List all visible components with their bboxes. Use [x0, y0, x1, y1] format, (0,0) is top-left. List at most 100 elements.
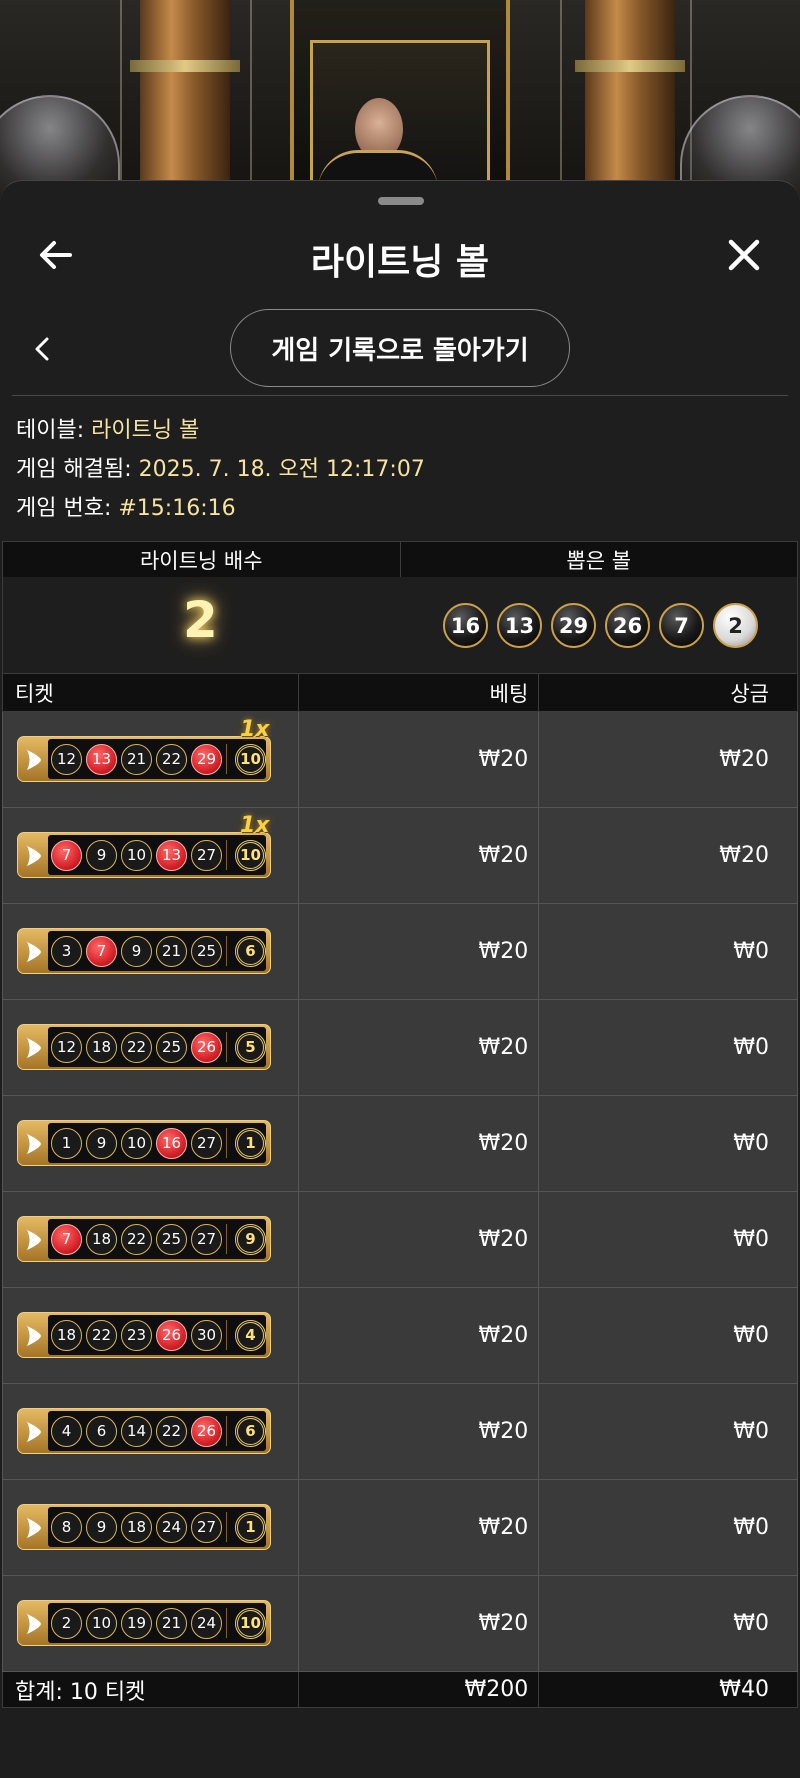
- ticket-ball: 22: [121, 1031, 152, 1063]
- ticket-row: 1 9 10 16 27 1 ₩20 ₩0: [2, 1095, 798, 1192]
- ticket-ball-matched: 26: [191, 1031, 222, 1063]
- ticket-row: 3 7 9 21 25 6 ₩20 ₩0: [2, 903, 798, 1000]
- ticket: 4 6 14 22 26 6: [17, 1408, 271, 1454]
- divider: [12, 395, 788, 396]
- ticket-ball: 24: [191, 1607, 222, 1639]
- ticket-win: ₩20: [538, 807, 798, 904]
- ticket-bonus-ball: 1: [235, 1127, 266, 1159]
- ticket-bet: ₩20: [297, 711, 540, 808]
- ticket: 7 9 10 13 27 10 1x: [17, 813, 271, 878]
- ticket-win: ₩20: [538, 711, 798, 808]
- ticket-bonus-ball: 5: [235, 1031, 266, 1063]
- ticket-win: ₩0: [538, 1575, 798, 1672]
- ticket-row: 8 9 18 24 27 1 ₩20 ₩0: [2, 1479, 798, 1576]
- ticket-win: ₩0: [538, 999, 798, 1096]
- ticket-multiplier-badge: 1x: [240, 813, 270, 838]
- ticket: 18 22 23 26 30 4: [17, 1312, 271, 1358]
- ticket: 8 9 18 24 27 1: [17, 1504, 271, 1550]
- summary-row: 2 16 13 29 26 7 2: [2, 577, 798, 673]
- total-label: 합계: 10 티켓: [2, 1671, 299, 1708]
- info-round: 게임 번호: #15:16:16: [16, 496, 236, 521]
- play-triangle-icon: [27, 750, 41, 770]
- info-table: 테이블: 라이트닝 볼: [16, 418, 200, 443]
- page-title: 라이트닝 볼: [310, 242, 490, 283]
- ticket-ball: 25: [156, 1031, 187, 1063]
- play-triangle-icon: [27, 1422, 41, 1442]
- ticket-ball: 10: [121, 1127, 152, 1159]
- ticket-ball: 27: [191, 1223, 222, 1255]
- ticket-cell: 7 9 10 13 27 10 1x: [2, 807, 299, 904]
- ticket-ball: 22: [86, 1319, 117, 1351]
- ticket-ball: 9: [86, 839, 117, 871]
- ticket-bonus-ball: 6: [235, 1415, 266, 1447]
- close-icon[interactable]: [724, 235, 764, 275]
- ticket-cell: 18 22 23 26 30 4: [2, 1287, 299, 1384]
- col-ticket: 티켓: [2, 673, 299, 712]
- ticket-ball: 24: [156, 1511, 187, 1543]
- ticket-cell: 12 13 21 22 29 10 1x: [2, 711, 299, 808]
- ticket-ball: 27: [191, 1511, 222, 1543]
- total-row: 합계: 10 티켓 ₩200 ₩40: [2, 1671, 798, 1708]
- play-triangle-icon: [27, 1614, 41, 1634]
- ticket-bet: ₩20: [297, 807, 540, 904]
- game-info: 테이블: 라이트닝 볼 게임 해결됨: 2025. 7. 18. 오전 12:1…: [16, 411, 425, 528]
- drag-handle[interactable]: [378, 197, 424, 205]
- ticket-row: 12 13 21 22 29 10 1x ₩20 ₩20: [2, 711, 798, 808]
- ticket: 3 7 9 21 25 6: [17, 928, 271, 974]
- total-win: ₩40: [538, 1671, 798, 1708]
- ticket-win: ₩0: [538, 1479, 798, 1576]
- col-win: 상금: [538, 673, 798, 712]
- ticket-win: ₩0: [538, 1191, 798, 1288]
- ticket-win: ₩0: [538, 1095, 798, 1192]
- ticket: 2 10 19 21 24 10: [17, 1600, 271, 1646]
- ticket-cell: 7 18 22 25 27 9: [2, 1191, 299, 1288]
- ticket-row: 2 10 19 21 24 10 ₩20 ₩0: [2, 1575, 798, 1672]
- ticket-bet: ₩20: [297, 903, 540, 1000]
- game-details-sheet: 라이트닝 볼 게임 기록으로 돌아가기 테이블: 라이트닝 볼 게임 해결됨: …: [0, 180, 800, 1778]
- ticket-ball: 22: [121, 1223, 152, 1255]
- ticket-ball: 8: [51, 1511, 82, 1543]
- ticket-ball: 22: [156, 743, 187, 775]
- ticket-ball: 21: [156, 935, 187, 967]
- ticket-win: ₩0: [538, 903, 798, 1000]
- ticket-ball: 12: [51, 743, 82, 775]
- ticket-ball: 25: [156, 1223, 187, 1255]
- ticket-cell: 4 6 14 22 26 6: [2, 1383, 299, 1480]
- total-bet: ₩200: [297, 1671, 540, 1708]
- chevron-left-icon[interactable]: [30, 331, 54, 367]
- ticket-bonus-ball: 10: [235, 743, 266, 775]
- play-triangle-icon: [27, 942, 41, 962]
- ticket-ball-matched: 26: [156, 1319, 187, 1351]
- ticket-ball: 10: [121, 839, 152, 871]
- ticket-ball: 9: [86, 1127, 117, 1159]
- ticket-multiplier-badge: 1x: [240, 717, 270, 742]
- ticket-ball-matched: 13: [86, 743, 117, 775]
- ticket-cell: 12 18 22 25 26 5: [2, 999, 299, 1096]
- ticket: 7 18 22 25 27 9: [17, 1216, 271, 1262]
- ticket-bet: ₩20: [297, 1287, 540, 1384]
- ticket-bet: ₩20: [297, 1479, 540, 1576]
- ticket-ball: 6: [86, 1415, 117, 1447]
- drawn-ball: 26: [605, 603, 650, 648]
- ticket-bet: ₩20: [297, 1575, 540, 1672]
- back-to-history-button[interactable]: 게임 기록으로 돌아가기: [230, 309, 570, 387]
- ticket-ball: 18: [86, 1223, 117, 1255]
- ticket-cell: 1 9 10 16 27 1: [2, 1095, 299, 1192]
- ticket-bonus-ball: 6: [235, 935, 266, 967]
- ticket-bonus-ball: 1: [235, 1511, 266, 1543]
- info-resolved: 게임 해결됨: 2025. 7. 18. 오전 12:17:07: [16, 457, 425, 482]
- ticket-ball-matched: 7: [86, 935, 117, 967]
- ticket-bet: ₩20: [297, 1383, 540, 1480]
- multiplier-header: 라이트닝 배수: [2, 541, 401, 578]
- ticket-ball-matched: 26: [191, 1415, 222, 1447]
- ticket-ball: 12: [51, 1031, 82, 1063]
- ticket-row: 4 6 14 22 26 6 ₩20 ₩0: [2, 1383, 798, 1480]
- ticket-bet: ₩20: [297, 1095, 540, 1192]
- drawn-ball: 29: [551, 603, 596, 648]
- ticket-bet: ₩20: [297, 1191, 540, 1288]
- play-triangle-icon: [27, 1326, 41, 1346]
- live-studio-background: [0, 0, 800, 200]
- ticket-ball: 3: [51, 935, 82, 967]
- ticket-ball: 9: [121, 935, 152, 967]
- ticket-row: 7 9 10 13 27 10 1x ₩20 ₩20: [2, 807, 798, 904]
